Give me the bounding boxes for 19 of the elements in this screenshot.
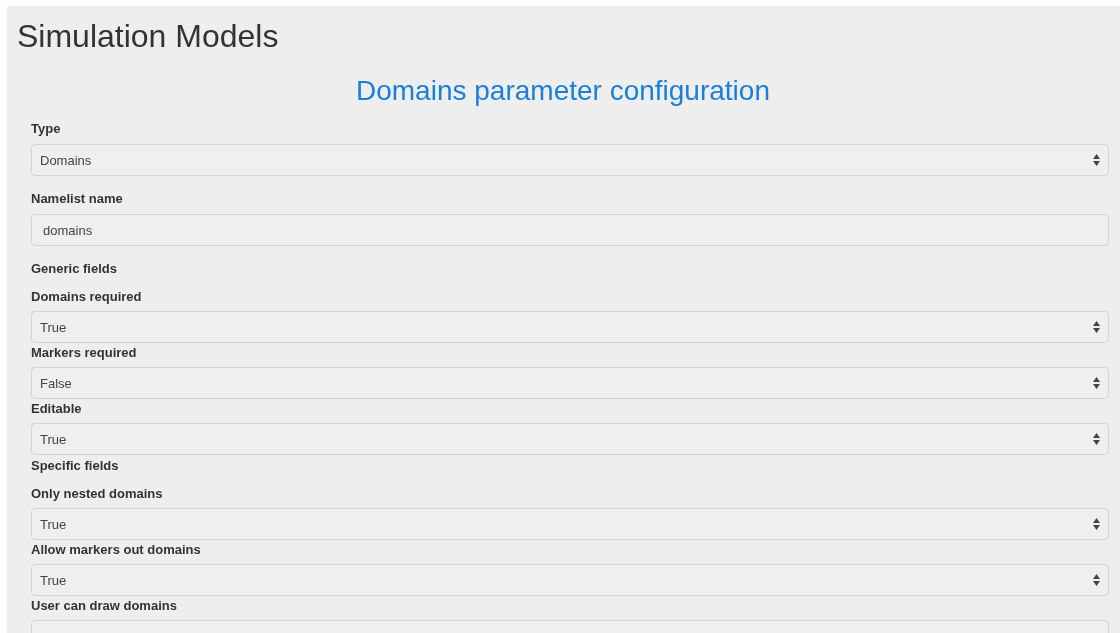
select-field[interactable]: True — [31, 564, 1109, 596]
input-field[interactable]: domains — [31, 214, 1109, 246]
section-heading: Generic fields — [31, 260, 118, 278]
field-label: Markers required — [31, 344, 138, 362]
field-label: Namelist name — [31, 190, 124, 208]
field-label: Domains required — [31, 288, 143, 306]
page-title: Simulation Models — [17, 17, 280, 54]
select-field[interactable]: False — [31, 367, 1109, 399]
select-field[interactable]: Domains — [31, 144, 1109, 176]
field-label: Allow markers out domains — [31, 541, 202, 559]
field-label: Only nested domains — [31, 485, 164, 503]
field-label: User can draw domains — [31, 597, 178, 615]
field-label: Type — [31, 120, 62, 138]
select-field[interactable]: True — [31, 311, 1109, 343]
field-label: Editable — [31, 400, 83, 418]
select-field[interactable]: True — [31, 423, 1109, 455]
select-field[interactable]: True — [31, 508, 1109, 540]
form-title: Domains parameter configuration — [355, 75, 771, 107]
section-heading: Specific fields — [31, 457, 120, 475]
